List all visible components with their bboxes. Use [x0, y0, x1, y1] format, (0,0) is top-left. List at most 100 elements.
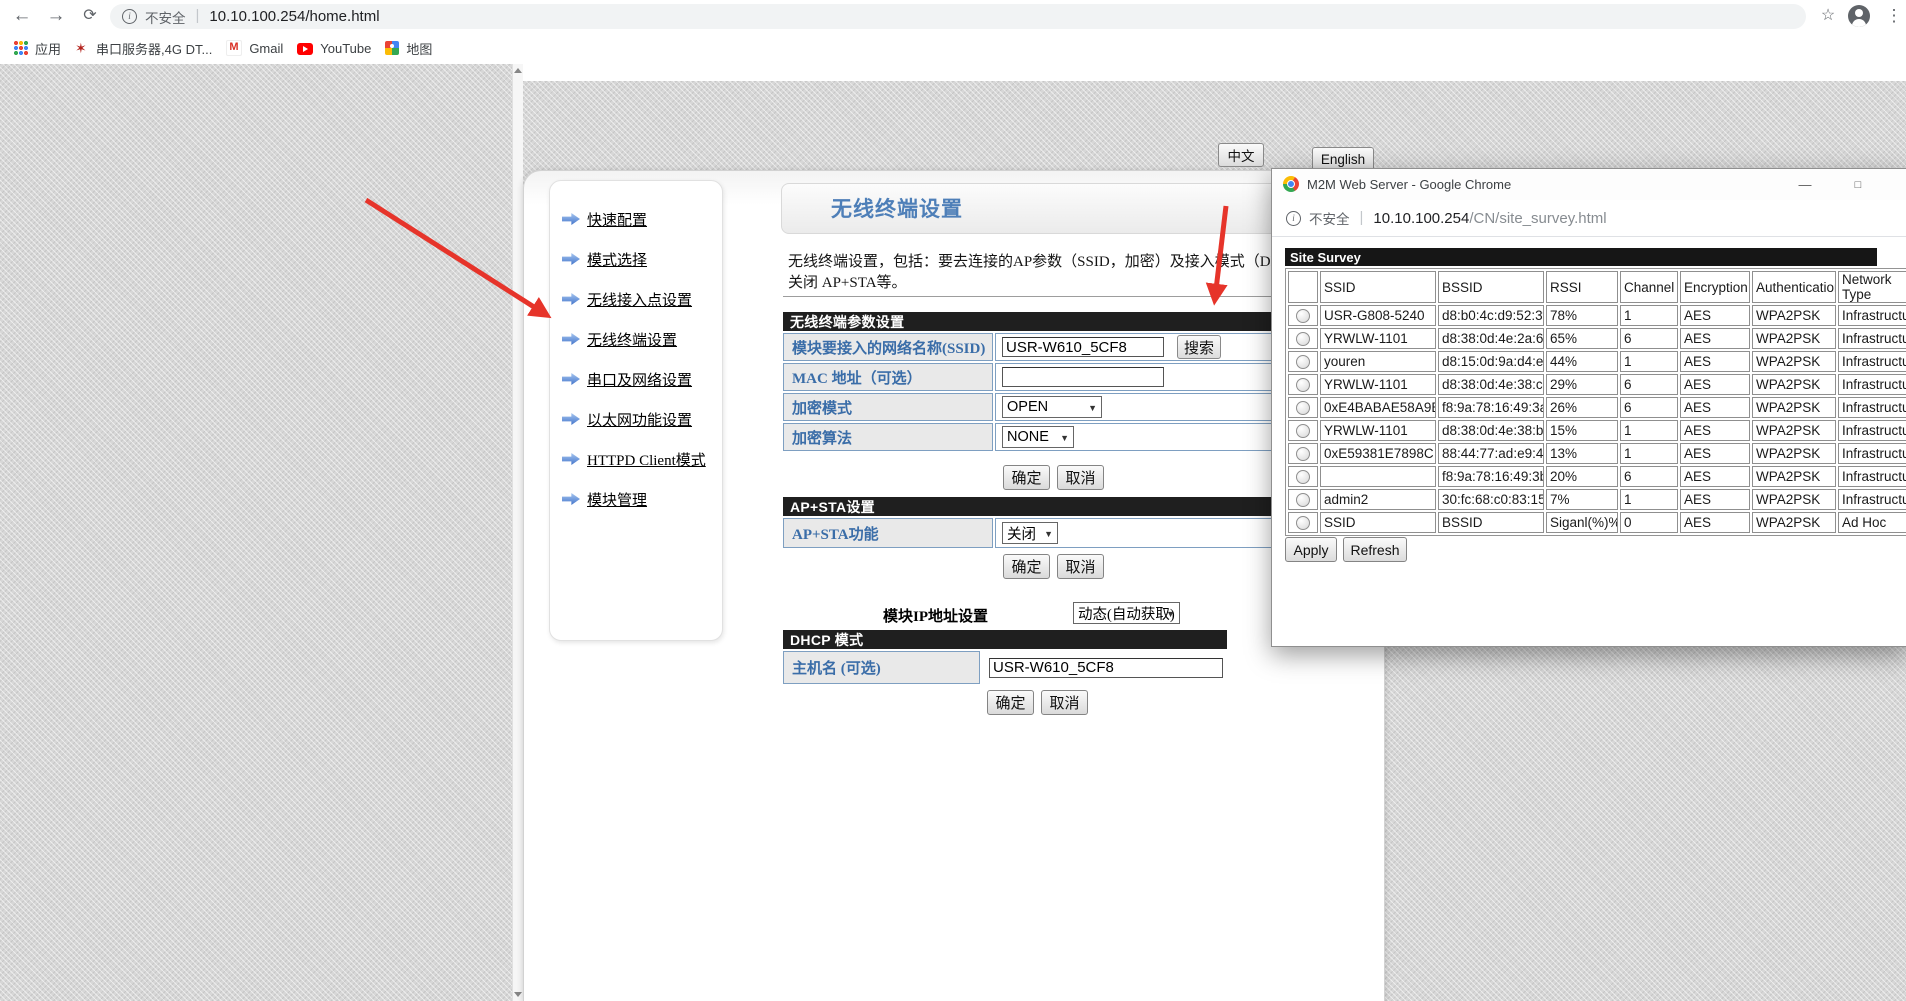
sidebar-item[interactable]: HTTPD Client模式 — [562, 447, 722, 471]
bookmark-item[interactable]: YouTube — [297, 41, 371, 56]
sidebar-item-label: 模式选择 — [587, 249, 647, 270]
youtube-icon — [297, 43, 313, 55]
refresh-button[interactable]: Refresh — [1343, 537, 1407, 562]
bookmark-item[interactable]: 应用 — [14, 39, 61, 58]
table-cell: AES — [1680, 466, 1750, 487]
radio-button[interactable] — [1296, 516, 1310, 530]
radio-button[interactable] — [1296, 401, 1310, 415]
table-cell: AES — [1680, 351, 1750, 372]
radio-button[interactable] — [1296, 309, 1310, 323]
sidebar-item[interactable]: 无线终端设置 — [562, 327, 722, 351]
browser-toolbar: ← → ⟳ i 不安全 | 10.10.100.254/home.html ☆ … — [0, 0, 1906, 32]
table-cell: d8:38:0d:4e:38:c1 — [1438, 374, 1544, 395]
encryption-alg-select[interactable]: NONE — [1002, 426, 1074, 448]
apsta-function-select[interactable]: 关闭 — [1002, 522, 1058, 544]
dhcp-section-header: DHCP 模式 — [783, 630, 1227, 649]
forward-icon[interactable]: → — [42, 0, 70, 32]
back-icon[interactable]: ← — [8, 0, 36, 32]
popup-window-title: M2M Web Server - Google Chrome — [1307, 177, 1511, 192]
table-cell: d8:15:0d:9a:d4:e0 — [1438, 351, 1544, 372]
blue-arrow-icon — [562, 373, 580, 386]
table-cell: 1 — [1620, 489, 1678, 510]
radio-button[interactable] — [1296, 447, 1310, 461]
table-cell: admin2 — [1320, 489, 1436, 510]
radio-button[interactable] — [1296, 424, 1310, 438]
table-header-row: SSIDBSSIDRSSIChannelEncryptionAuthentica… — [1288, 271, 1906, 303]
popup-url-host: 10.10.100.254 — [1373, 210, 1469, 227]
language-chinese-button[interactable]: 中文 — [1218, 143, 1264, 167]
chrome-menu-icon[interactable]: ⋮ — [1882, 0, 1906, 32]
table-cell: Infrastructure — [1838, 351, 1906, 372]
search-button[interactable]: 搜索 — [1177, 335, 1221, 359]
table-cell: WPA2PSK — [1752, 328, 1836, 349]
radio-cell — [1288, 397, 1318, 418]
blue-arrow-icon — [562, 453, 580, 466]
popup-address-bar[interactable]: i 不安全 | 10.10.100.254 /CN/site_survey.ht… — [1272, 200, 1906, 237]
ip-mode-value: 动态(自动获取) — [1078, 603, 1175, 624]
reload-icon[interactable]: ⟳ — [76, 0, 104, 32]
radio-button[interactable] — [1296, 493, 1310, 507]
apsta-cancel-button[interactable]: 取消 — [1057, 554, 1104, 579]
popup-title-bar[interactable]: M2M Web Server - Google Chrome — □ × — [1272, 169, 1906, 200]
table-cell: BSSID — [1438, 512, 1544, 533]
apply-button[interactable]: Apply — [1285, 537, 1337, 562]
apsta-ok-button[interactable]: 确定 — [1003, 554, 1050, 579]
mac-input[interactable] — [1002, 367, 1164, 387]
hostname-input[interactable] — [989, 658, 1223, 678]
radio-button[interactable] — [1296, 355, 1310, 369]
gmail-icon — [226, 40, 242, 56]
radio-button[interactable] — [1296, 470, 1310, 484]
table-cell: 0xE4BABAE58A9B — [1320, 397, 1436, 418]
address-bar[interactable]: i 不安全 | 10.10.100.254/home.html — [110, 4, 1806, 29]
bookmark-star-icon[interactable]: ☆ — [1814, 0, 1842, 32]
sta-cancel-button[interactable]: 取消 — [1057, 465, 1104, 490]
table-row: SSIDBSSIDSiganl(%)%0AESWPA2PSKAd Hoc — [1288, 512, 1906, 533]
sta-ok-button[interactable]: 确定 — [1003, 465, 1050, 490]
profile-avatar[interactable] — [1848, 5, 1870, 27]
table-cell: Infrastructure — [1838, 420, 1906, 441]
table-cell: 20% — [1546, 466, 1618, 487]
table-row: YRWLW-1101d8:38:0d:4e:38:c129%6AESWPA2PS… — [1288, 374, 1906, 395]
table-cell: 78% — [1546, 305, 1618, 326]
radio-cell — [1288, 512, 1318, 533]
radio-button[interactable] — [1296, 378, 1310, 392]
sidebar-item[interactable]: 无线接入点设置 — [562, 287, 722, 311]
table-cell: 65% — [1546, 328, 1618, 349]
dhcp-ok-button[interactable]: 确定 — [987, 690, 1034, 715]
sidebar-item[interactable]: 模块管理 — [562, 487, 722, 511]
encryption-mode-select[interactable]: OPEN — [1002, 396, 1102, 418]
table-cell: WPA2PSK — [1752, 397, 1836, 418]
bookmark-item[interactable]: 串口服务器,4G DT... — [75, 39, 212, 58]
table-cell: WPA2PSK — [1752, 512, 1836, 533]
maximize-icon[interactable]: □ — [1838, 169, 1878, 200]
table-cell: d8:38:0d:4e:2a:61 — [1438, 328, 1544, 349]
table-cell: Infrastructure — [1838, 305, 1906, 326]
bookmark-label: 串口服务器,4G DT... — [96, 39, 212, 58]
info-icon[interactable]: i — [122, 9, 137, 24]
sidebar-item[interactable]: 快速配置 — [562, 207, 722, 231]
table-cell: f8:9a:78:16:49:3a — [1438, 397, 1544, 418]
bookmark-item[interactable]: 地图 — [385, 39, 432, 58]
ip-mode-label: 模块IP地址设置 — [883, 605, 988, 626]
sidebar-item[interactable]: 以太网功能设置 — [562, 407, 722, 431]
table-row: YRWLW-1101d8:38:0d:4e:2a:6165%6AESWPA2PS… — [1288, 328, 1906, 349]
sidebar-item[interactable]: 串口及网络设置 — [562, 367, 722, 391]
table-cell: WPA2PSK — [1752, 351, 1836, 372]
scrollbar-up-icon[interactable] — [513, 64, 523, 77]
table-cell: Infrastructure — [1838, 466, 1906, 487]
popup-security-label: 不安全 — [1309, 208, 1350, 228]
popup-info-icon[interactable]: i — [1286, 211, 1301, 226]
table-cell: YRWLW-1101 — [1320, 328, 1436, 349]
bookmark-item[interactable]: Gmail — [226, 40, 283, 56]
minimize-icon[interactable]: — — [1785, 169, 1825, 200]
table-cell: d8:b0:4c:d9:52:3f — [1438, 305, 1544, 326]
ip-mode-select[interactable]: 动态(自动获取) — [1073, 602, 1180, 624]
dhcp-table: DHCP 模式 主机名 (可选) — [783, 630, 1227, 684]
sidebar-item[interactable]: 模式选择 — [562, 247, 722, 271]
table-row: yourend8:15:0d:9a:d4:e044%1AESWPA2PSKInf… — [1288, 351, 1906, 372]
dhcp-cancel-button[interactable]: 取消 — [1041, 690, 1088, 715]
close-icon[interactable]: × — [1891, 169, 1906, 200]
ssid-input[interactable] — [1002, 337, 1164, 357]
scrollbar-down-icon[interactable] — [513, 988, 523, 1001]
radio-button[interactable] — [1296, 332, 1310, 346]
